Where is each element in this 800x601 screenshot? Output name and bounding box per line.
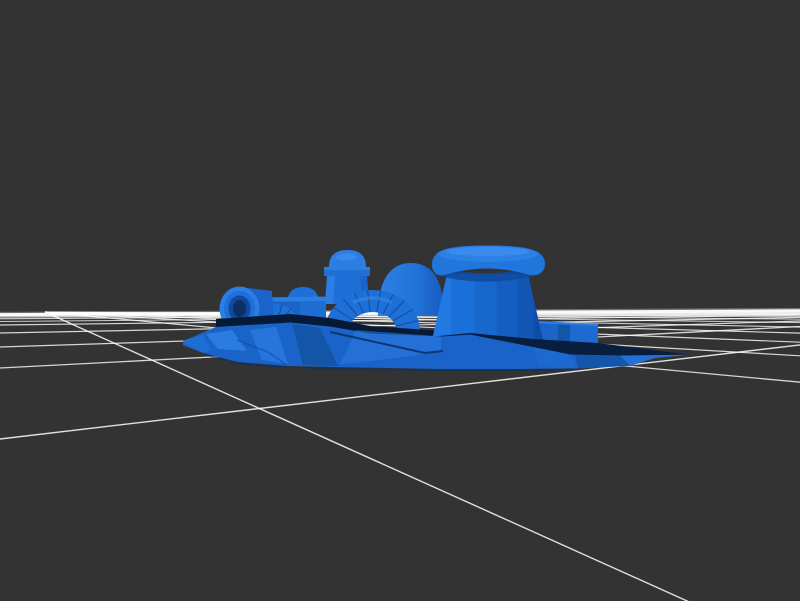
model-viewport[interactable] xyxy=(0,0,800,601)
model-viewport-canvas[interactable] xyxy=(0,0,800,601)
